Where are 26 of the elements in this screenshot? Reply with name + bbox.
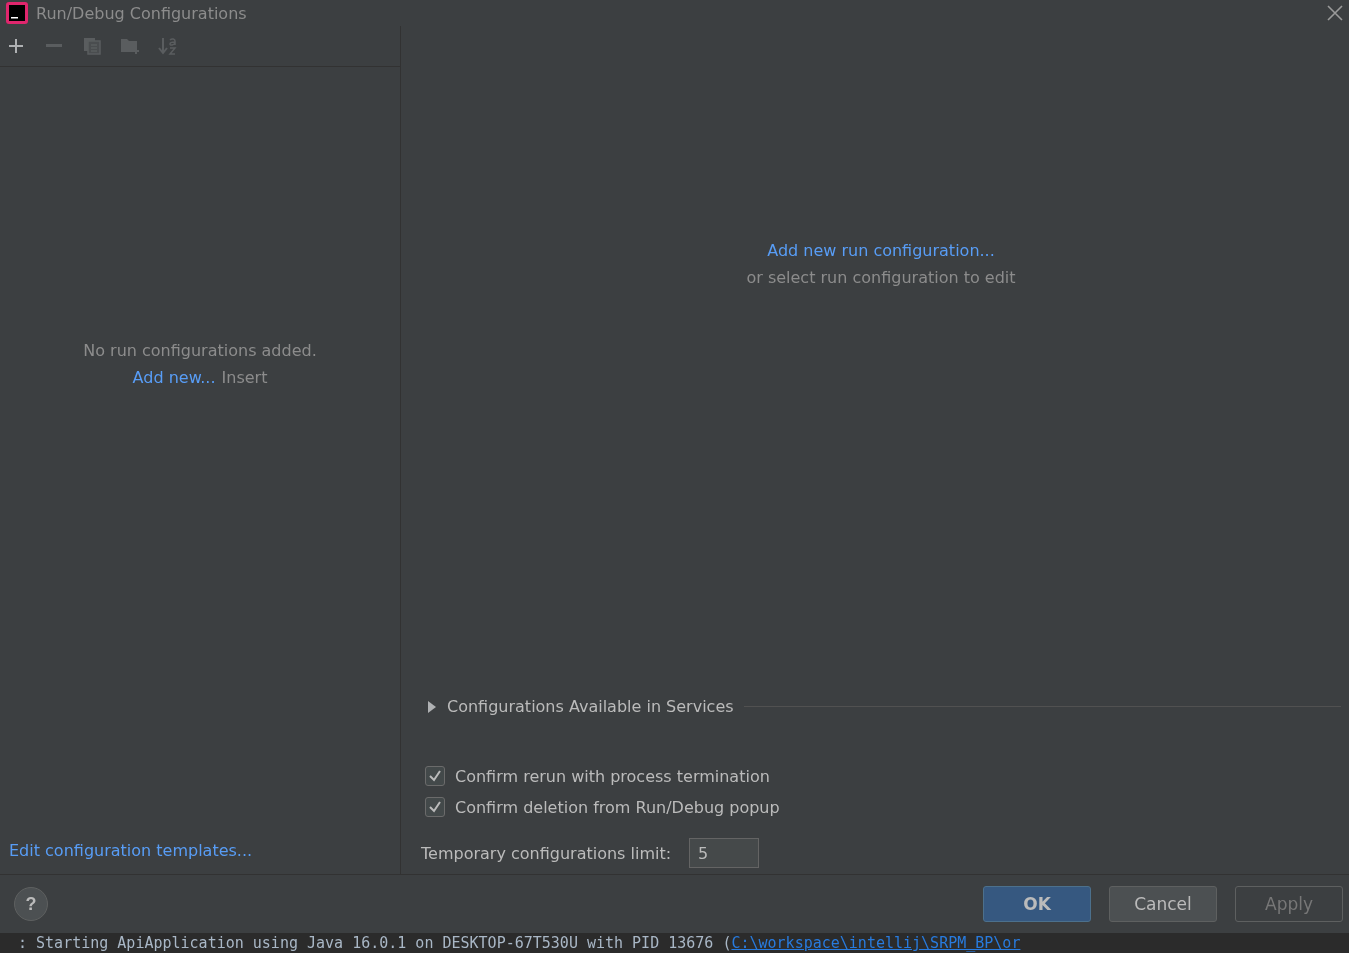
add-new-link[interactable]: Add new...	[132, 368, 216, 387]
limit-field[interactable]: 5	[689, 838, 760, 868]
cancel-button[interactable]: Cancel	[1109, 886, 1217, 922]
window-title: Run/Debug Configurations	[36, 3, 248, 23]
shortcut-hint: Insert	[221, 368, 268, 387]
checkbox[interactable]	[425, 797, 445, 817]
ok-button[interactable]: OK	[983, 886, 1091, 922]
app-logo-icon	[6, 2, 28, 24]
add-icon	[8, 38, 24, 54]
copy-icon	[83, 37, 101, 55]
close-icon[interactable]	[1327, 5, 1343, 21]
section-title[interactable]: Configurations Available in Services	[447, 697, 734, 716]
hint-text: or select run configuration to edit	[746, 268, 1016, 287]
checkbox[interactable]	[425, 766, 445, 786]
help-button[interactable]: ?	[14, 887, 48, 921]
edit-templates-link[interactable]: Edit configuration templates...	[9, 841, 253, 860]
path-link[interactable]: C:\workspace\intellij\SRPM_BP\or	[731, 934, 1021, 952]
sort-icon	[158, 36, 178, 56]
add-configuration-link[interactable]: Add new run configuration...	[767, 241, 995, 260]
console-text: : Starting ApiApplication using Java 16.0.1 on DESKTOP-67T530U with PID 13676 (	[18, 934, 732, 952]
checkbox-label: Confirm deletion from Run/Debug popup	[455, 797, 780, 817]
new-folder-icon	[120, 37, 140, 55]
checkbox-label: Confirm rerun with process termination	[455, 766, 770, 786]
field-label: Temporary configurations limit:	[421, 843, 672, 863]
empty-message: No run configurations added.	[83, 341, 317, 360]
collapsed-arrow-icon[interactable]	[427, 700, 437, 713]
